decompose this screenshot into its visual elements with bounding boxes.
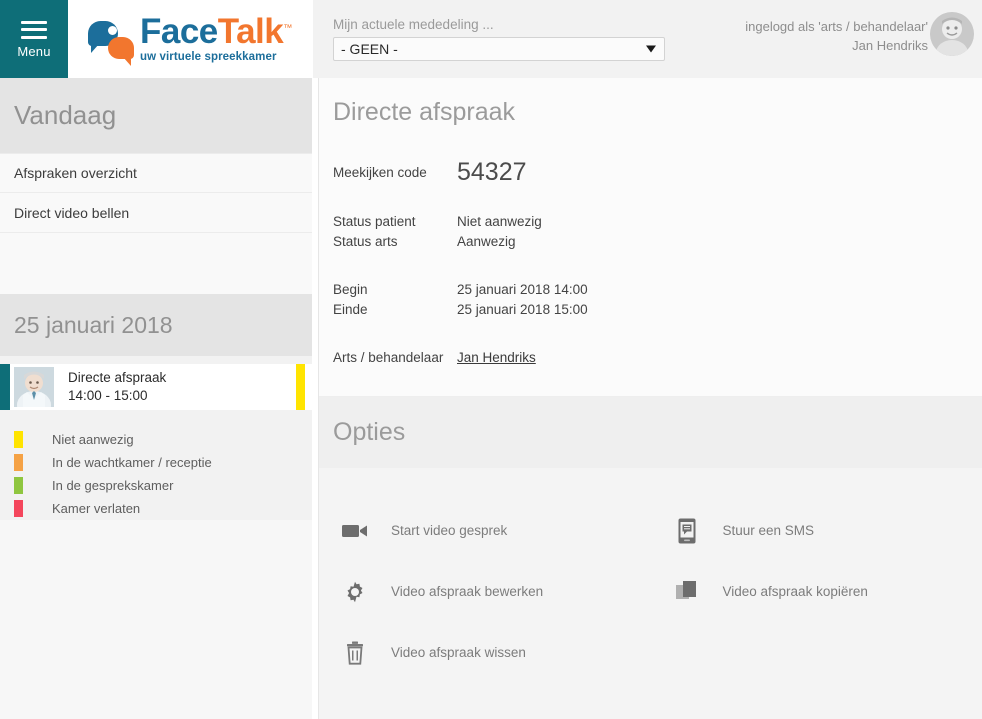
- appointment-detail-panel: Directe afspraak Meekijken code 54327 St…: [319, 78, 982, 396]
- appointment-card[interactable]: Directe afspraak 14:00 - 15:00: [0, 364, 312, 410]
- doctor-link[interactable]: Jan Hendriks: [457, 350, 536, 365]
- menu-button-label: Menu: [17, 43, 51, 59]
- options-section-header: Opties: [319, 396, 982, 468]
- main-content: Directe afspraak Meekijken code 54327 St…: [319, 78, 982, 719]
- chevron-down-icon: [646, 45, 656, 52]
- video-camera-icon: [341, 518, 369, 544]
- user-role-line: ingelogd als 'arts / behandelaar': [745, 19, 928, 34]
- legend-swatch-icon: [14, 454, 23, 471]
- sidebar-item-afspraken-overzicht[interactable]: Afspraken overzicht: [0, 153, 312, 193]
- status-legend: Niet aanwezig In de wachtkamer / recepti…: [0, 428, 312, 520]
- options-column-left: Start video gesprek Video afspraak bewer…: [319, 500, 651, 683]
- legend-item-niet-aanwezig: Niet aanwezig: [14, 428, 312, 451]
- trash-icon: [341, 640, 369, 666]
- options-grid: Start video gesprek Video afspraak bewer…: [319, 468, 982, 719]
- option-stuur-een-sms[interactable]: Stuur een SMS: [651, 500, 982, 561]
- current-notice-select[interactable]: - GEEN -: [333, 36, 665, 61]
- options-section-title: Opties: [333, 418, 406, 446]
- legend-label: In de wachtkamer / receptie: [52, 455, 212, 470]
- legend-item-gesprekskamer: In de gesprekskamer: [14, 474, 312, 497]
- sidebar-date-header: 25 januari 2018: [0, 294, 312, 356]
- detail-key: Status arts: [333, 234, 398, 249]
- legend-swatch-icon: [14, 431, 23, 448]
- legend-label: Kamer verlaten: [52, 501, 141, 516]
- legend-item-kamer-verlaten: Kamer verlaten: [14, 497, 312, 520]
- legend-swatch-icon: [14, 500, 23, 517]
- detail-key: Begin: [333, 282, 368, 297]
- option-label: Video afspraak wissen: [391, 645, 526, 660]
- option-video-afspraak-bewerken[interactable]: Video afspraak bewerken: [319, 561, 651, 622]
- user-name-line: Jan Hendriks: [852, 37, 928, 53]
- top-bar: Menu FaceTalk™ uw virtuele spreekkamer M…: [0, 0, 982, 78]
- current-notice-block: Mijn actuele mededeling ... - GEEN -: [333, 18, 665, 61]
- legend-item-wachtkamer: In de wachtkamer / receptie: [14, 451, 312, 474]
- sidebar-nav: Afspraken overzicht Direct video bellen: [0, 153, 312, 294]
- current-notice-value: - GEEN -: [341, 40, 398, 57]
- sidebar-item-direct-video-bellen[interactable]: Direct video bellen: [0, 193, 312, 233]
- current-notice-label: Mijn actuele mededeling ...: [333, 17, 494, 32]
- meekijken-code-value: 54327: [457, 158, 527, 186]
- appointment-thumbnail: [14, 367, 54, 407]
- detail-key: Meekijken code: [333, 165, 427, 180]
- appointment-accent-bar: [0, 364, 10, 410]
- appointment-status-bar: [296, 364, 305, 410]
- detail-spacer: [333, 322, 982, 350]
- option-video-afspraak-wissen[interactable]: Video afspraak wissen: [319, 622, 651, 683]
- detail-key: Arts / behandelaar: [333, 350, 444, 365]
- copy-icon: [673, 579, 701, 605]
- detail-row-einde: Einde 25 januari 2018 15:00: [333, 302, 982, 317]
- gear-icon: [341, 579, 369, 605]
- logo-trademark: ™: [283, 22, 292, 33]
- appointment-time: 14:00 - 15:00: [68, 388, 148, 403]
- legend-label: Niet aanwezig: [52, 432, 134, 447]
- detail-row-begin: Begin 25 januari 2018 14:00: [333, 282, 982, 297]
- detail-value: 25 januari 2018 14:00: [457, 282, 588, 297]
- legend-label: In de gesprekskamer: [52, 478, 174, 493]
- detail-key: Einde: [333, 302, 368, 317]
- sidebar-date-title: 25 januari 2018: [14, 311, 173, 338]
- avatar[interactable]: [930, 12, 974, 56]
- detail-value: Aanwezig: [457, 234, 516, 249]
- option-label: Video afspraak kopiëren: [722, 584, 868, 599]
- logo-tagline: uw virtuele spreekkamer: [140, 51, 277, 64]
- sidebar-appointments: Directe afspraak 14:00 - 15:00 Niet aanw…: [0, 356, 312, 520]
- menu-button[interactable]: Menu: [0, 0, 68, 78]
- brand-logo[interactable]: FaceTalk™ uw virtuele spreekkamer: [68, 0, 313, 78]
- option-label: Video afspraak bewerken: [391, 584, 544, 599]
- detail-value: Niet aanwezig: [457, 214, 542, 229]
- hamburger-icon: [21, 20, 47, 39]
- logged-in-user-info: ingelogd als 'arts / behandelaar' Jan He…: [745, 18, 928, 56]
- left-sidebar: Vandaag Afspraken overzicht Direct video…: [0, 78, 312, 719]
- sms-phone-icon: [673, 518, 701, 544]
- sidebar-item-label: Afspraken overzicht: [14, 165, 137, 181]
- legend-swatch-icon: [14, 477, 23, 494]
- app-root: Menu FaceTalk™ uw virtuele spreekkamer M…: [0, 0, 982, 719]
- detail-spacer: [333, 254, 982, 282]
- sidebar-nav-spacer: [0, 233, 312, 294]
- sidebar-item-label: Direct video bellen: [14, 204, 130, 221]
- logo-word-talk: Talk: [217, 12, 284, 52]
- detail-row-arts-behandelaar: Arts / behandelaar Jan Hendriks: [333, 350, 982, 365]
- content-gutter: [312, 78, 319, 719]
- option-start-video-gesprek[interactable]: Start video gesprek: [319, 500, 651, 561]
- page-title: Directe afspraak: [333, 98, 516, 126]
- detail-value: 25 januari 2018 15:00: [457, 302, 588, 317]
- detail-row-meekijken-code: Meekijken code 54327: [333, 155, 982, 186]
- sidebar-today-header: Vandaag: [0, 78, 312, 153]
- appointment-title: Directe afspraak: [68, 370, 167, 386]
- option-video-afspraak-kopieren[interactable]: Video afspraak kopiëren: [651, 561, 982, 622]
- option-label: Stuur een SMS: [722, 523, 815, 538]
- options-column-right: Stuur een SMS Video afspraak kopiëren: [651, 500, 982, 683]
- detail-row-status-patient: Status patient Niet aanwezig: [333, 214, 982, 229]
- speech-bubbles-icon: [88, 19, 134, 66]
- option-label: Start video gesprek: [391, 523, 508, 538]
- detail-key: Status patient: [333, 214, 416, 229]
- detail-row-status-arts: Status arts Aanwezig: [333, 234, 982, 249]
- sidebar-today-title: Vandaag: [14, 100, 117, 130]
- logo-word-face: Face: [140, 12, 218, 52]
